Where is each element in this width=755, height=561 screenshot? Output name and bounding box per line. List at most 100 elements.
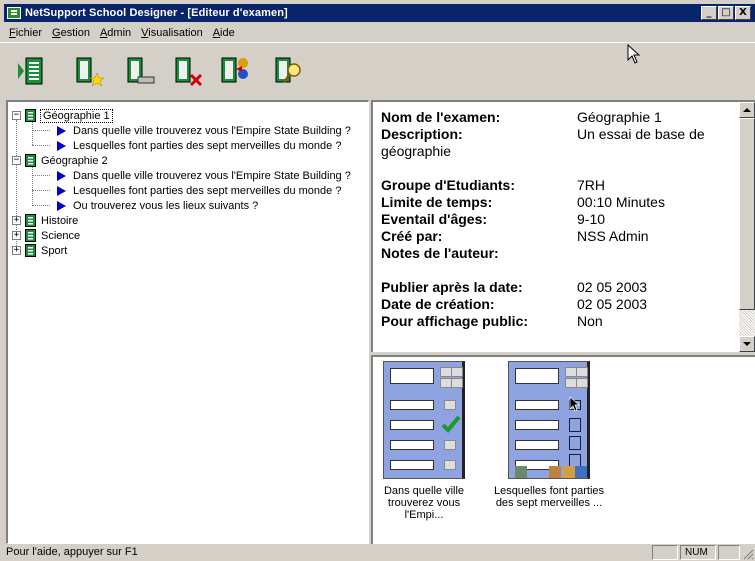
tree-question-item[interactable]: Lesquelles font parties des sept merveil…: [12, 138, 351, 153]
preview-field: [390, 460, 434, 470]
edit-exam-icon[interactable]: [124, 55, 158, 87]
question-label: Dans quelle ville trouverez vous l'Empir…: [73, 169, 351, 182]
notes-label: Notes de l'auteur:: [381, 245, 499, 261]
menu-fichier[interactable]: Fichier: [4, 25, 47, 41]
detail-row-name: Nom de l'examen: Géographie 1: [381, 109, 731, 126]
close-button[interactable]: X: [735, 6, 751, 20]
menu-admin-label: dmin: [107, 27, 132, 39]
minimize-button[interactable]: _: [701, 6, 717, 20]
tree-node-label: Histoire: [41, 214, 79, 227]
expand-icon[interactable]: +: [12, 231, 21, 240]
tree-question-item[interactable]: Dans quelle ville trouverez vous l'Empir…: [12, 123, 351, 138]
thumbnail-caption: Lesquelles font parties des sept merveil…: [487, 485, 611, 509]
exam-book-icon: [25, 109, 36, 122]
toolbar: [0, 42, 755, 98]
menu-visualisation[interactable]: Visualisation: [136, 25, 208, 41]
scroll-thumb[interactable]: [739, 118, 755, 310]
tree-node-label: Géographie 2: [41, 154, 108, 167]
question-arrow-icon: [57, 200, 66, 211]
expand-icon[interactable]: +: [12, 246, 21, 255]
status-pane: [652, 545, 678, 560]
menu-aide-mnemonic: A: [212, 27, 221, 39]
detail-row-public: Pour affichage public: Non: [381, 313, 731, 330]
tree-node-histoire[interactable]: + Histoire: [12, 213, 351, 228]
question-label: Lesquelles font parties des sept merveil…: [73, 184, 342, 197]
collapse-icon[interactable]: −: [12, 156, 21, 165]
tree-node-science[interactable]: + Science: [12, 228, 351, 243]
thumbnail-caption-line: Dans quelle ville: [383, 485, 465, 497]
thumbnail-caption-line: Lesquelles font parties: [493, 485, 605, 497]
expand-icon[interactable]: +: [12, 216, 21, 225]
preview-box: [451, 367, 463, 377]
exam-book-icon: [25, 244, 36, 257]
exam-tree-panel[interactable]: − Géographie 1 Dans quelle ville trouver…: [6, 100, 369, 544]
preview-box: [444, 400, 456, 410]
preview-box: [576, 378, 588, 388]
arrow-down-icon: [743, 342, 751, 346]
tree-node-sport[interactable]: + Sport: [12, 243, 351, 258]
question-thumbnail[interactable]: Lesquelles font parties des sept merveil…: [487, 361, 611, 509]
tree-node-geographie-2[interactable]: − Géographie 2: [12, 153, 351, 168]
preview-field: [515, 420, 559, 430]
preview-picture: [515, 466, 527, 478]
question-arrow-icon: [57, 125, 66, 136]
question-label: Lesquelles font parties des sept merveil…: [73, 139, 342, 152]
name-label: Nom de l'examen:: [381, 109, 501, 125]
detail-row-description: Description: Un essai de base de: [381, 126, 731, 143]
tree-node-label: Sport: [41, 244, 68, 257]
exam-list-icon[interactable]: [16, 55, 50, 87]
question-preview-panel: Dans quelle ville trouverez vous l'Empi.…: [371, 355, 755, 544]
details-scrollbar[interactable]: [739, 102, 755, 352]
question-thumbnail[interactable]: Dans quelle ville trouverez vous l'Empi.…: [373, 361, 479, 521]
detail-row-group: Groupe d'Etudiants: 7RH: [381, 177, 731, 194]
collapse-icon[interactable]: −: [12, 111, 21, 120]
scroll-track[interactable]: [739, 310, 755, 336]
scroll-up-button[interactable]: [739, 102, 755, 118]
preview-field: [390, 440, 434, 450]
menu-fichier-label: ichier: [15, 27, 43, 39]
menu-bar: Fichier Gestion Admin Visualisation Aide: [4, 24, 240, 42]
preview-field: [515, 400, 559, 410]
creation-value: 02 05 2003: [577, 296, 648, 312]
status-num: NUM: [680, 545, 716, 560]
time-label: Limite de temps:: [381, 194, 493, 210]
tree-question-item[interactable]: Dans quelle ville trouverez vous l'Empir…: [12, 168, 351, 183]
detail-row-age: Eventail d'âges: 9-10: [381, 211, 731, 228]
arrow-up-icon: [743, 108, 751, 112]
menu-aide-label: ide: [220, 27, 235, 39]
menu-gestion[interactable]: Gestion: [47, 25, 95, 41]
exam-book-icon: [25, 214, 36, 227]
question-arrow-icon: [57, 185, 66, 196]
question-label: Ou trouverez vous les lieux suivants ?: [73, 199, 259, 212]
tree-node-geographie-1[interactable]: − Géographie 1: [12, 108, 351, 123]
title-bar[interactable]: NetSupport School Designer - [Editeur d'…: [4, 4, 755, 22]
add-question-icon[interactable]: [219, 55, 253, 87]
name-value: Géographie 1: [577, 109, 662, 125]
menu-gestion-mnemonic: G: [52, 27, 61, 39]
preview-picture: [563, 466, 575, 478]
tree-question-item[interactable]: Lesquelles font parties des sept merveil…: [12, 183, 351, 198]
age-value: 9-10: [577, 211, 606, 227]
detail-row-notes: Notes de l'auteur:: [381, 245, 731, 262]
scroll-down-button[interactable]: [739, 336, 755, 352]
detail-row-creation: Date de création: 02 05 2003: [381, 296, 731, 313]
search-icon[interactable]: [272, 55, 306, 87]
created-by-value: NSS Admin: [577, 228, 649, 244]
preview-picture: [575, 466, 587, 478]
menu-aide[interactable]: Aide: [208, 25, 240, 41]
preview-field: [515, 368, 559, 384]
delete-exam-icon[interactable]: [172, 55, 206, 87]
resize-grip-icon[interactable]: [741, 547, 754, 560]
preview-field: [390, 420, 434, 430]
menu-gestion-label: estion: [60, 27, 90, 39]
question-arrow-icon: [57, 170, 66, 181]
tree-question-item[interactable]: Ou trouverez vous les lieux suivants ?: [12, 198, 351, 213]
maximize-button[interactable]: □: [718, 6, 734, 20]
menu-admin[interactable]: Admin: [95, 25, 136, 41]
new-exam-icon[interactable]: [73, 55, 107, 87]
publish-value: 02 05 2003: [577, 279, 648, 295]
time-value: 00:10 Minutes: [577, 194, 665, 210]
window-controls: _ □ X: [700, 6, 751, 20]
mouse-cursor-icon: [627, 43, 641, 67]
